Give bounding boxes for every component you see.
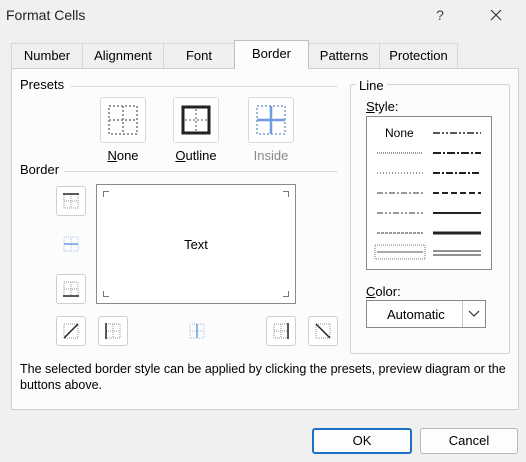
border-inner-vertical-button[interactable] [182, 316, 212, 346]
preset-inside-button[interactable] [248, 97, 294, 143]
line-heading: Line [356, 78, 387, 93]
border-divider [64, 171, 338, 172]
info-text: The selected border style can be applied… [20, 362, 506, 392]
border-inner-vertical-icon [189, 323, 205, 339]
chevron-down-icon [468, 310, 480, 317]
preset-none-label: None [107, 148, 139, 163]
preview-corner-mark [283, 191, 289, 197]
border-right-button[interactable] [266, 316, 296, 346]
preset-none-icon [108, 105, 138, 135]
tab-number[interactable]: Number [11, 43, 83, 68]
title-bar: Format Cells ? [0, 0, 526, 32]
color-dropdown-arrow[interactable] [462, 301, 485, 327]
border-heading: Border [20, 162, 60, 177]
tab-protection[interactable]: Protection [379, 43, 458, 68]
border-preview-diagram[interactable]: Text [96, 184, 296, 304]
presets-heading: Presets [20, 77, 65, 92]
help-button[interactable]: ? [426, 2, 454, 28]
border-diagonal-down-icon [315, 323, 331, 339]
preset-outline-label: Outline [175, 148, 217, 163]
tab-alignment[interactable]: Alignment [82, 43, 164, 68]
tab-border[interactable]: Border [234, 40, 309, 69]
border-top-icon [63, 193, 79, 209]
preset-inside-label: Inside [253, 148, 289, 163]
line-style-list[interactable]: None [366, 116, 492, 270]
border-bottom-icon [63, 281, 79, 297]
border-inner-horizontal-button[interactable] [56, 229, 86, 259]
border-diagonal-up-icon [63, 323, 79, 339]
preset-outline-icon [181, 105, 211, 135]
presets-divider [70, 86, 338, 87]
tab-font[interactable]: Font [163, 43, 235, 68]
cancel-button[interactable]: Cancel [420, 428, 518, 454]
line-color-dropdown[interactable]: Automatic [366, 300, 486, 328]
style-label: Style: [366, 99, 399, 114]
dialog-title: Format Cells [6, 7, 86, 23]
border-left-icon [105, 323, 121, 339]
border-right-icon [273, 323, 289, 339]
line-style-samples[interactable] [367, 117, 491, 269]
color-value: Automatic [387, 307, 445, 322]
preset-none-button[interactable] [100, 97, 146, 143]
close-icon [490, 9, 502, 21]
color-label: Color: [366, 284, 401, 299]
preview-text: Text [184, 237, 208, 252]
preview-corner-mark [103, 191, 109, 197]
border-top-button[interactable] [56, 186, 86, 216]
preset-outline-button[interactable] [173, 97, 219, 143]
border-bottom-button[interactable] [56, 274, 86, 304]
border-diagonal-up-button[interactable] [56, 316, 86, 346]
preview-corner-mark [103, 291, 109, 297]
preview-corner-mark [283, 291, 289, 297]
border-left-button[interactable] [98, 316, 128, 346]
border-diagonal-down-button[interactable] [308, 316, 338, 346]
border-inner-horizontal-icon [63, 236, 79, 252]
preset-inside-icon [256, 105, 286, 135]
format-cells-dialog: Format Cells ? Number Alignment Font Bor… [0, 0, 526, 462]
ok-button[interactable]: OK [312, 428, 412, 454]
tab-patterns[interactable]: Patterns [308, 43, 380, 68]
close-button[interactable] [482, 2, 510, 28]
